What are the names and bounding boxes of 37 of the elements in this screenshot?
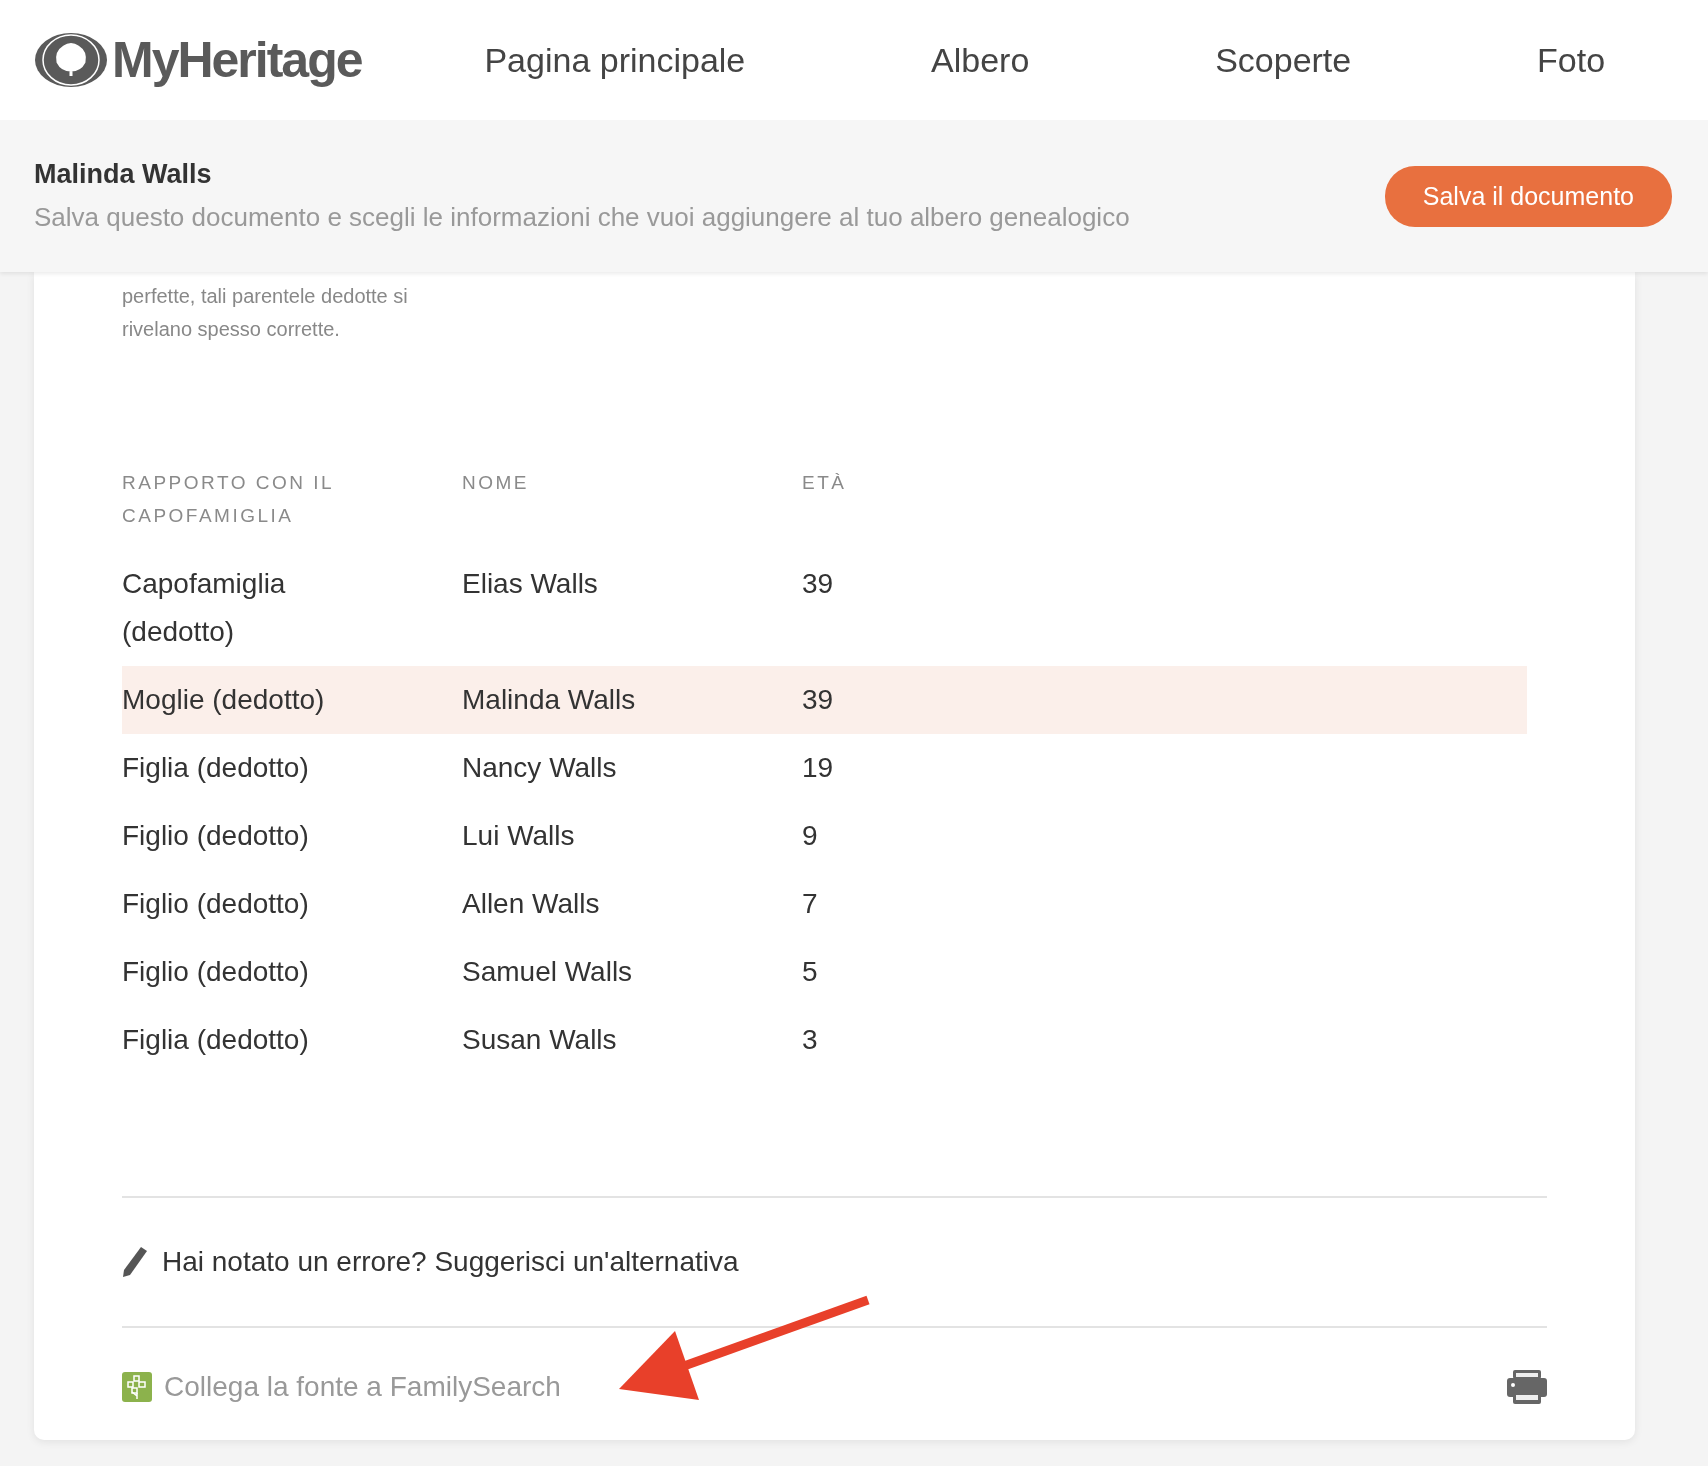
table-cell-text: Susan Walls xyxy=(462,1023,618,1057)
document-title: Malinda Walls xyxy=(34,159,213,190)
table-cell-text: Malinda Walls xyxy=(462,683,637,717)
table-cell-text: Capofamiglia (dedotto) xyxy=(122,567,287,649)
table-cell-text: Samuel Walls xyxy=(462,955,634,989)
document-subtitle: Salva questo documento e scegli le informazioni che vuoi aggiungere al tuo albero genealogico xyxy=(34,202,1131,233)
nav-link[interactable]: Scoperte xyxy=(1215,40,1352,80)
nav-link[interactable]: Foto xyxy=(1537,40,1606,80)
table-cell-text: Allen Walls xyxy=(462,887,601,921)
table-cell-text: 39 xyxy=(802,567,835,601)
table-cell-text: 39 xyxy=(802,683,835,717)
tree-icon xyxy=(122,1372,152,1402)
table-cell-text: Elias Walls xyxy=(462,567,599,601)
suggest-alternative-link[interactable]: Hai notato un errore? Suggerisci un'alternativa xyxy=(162,1246,739,1278)
table-cell-text: Figlio (dedotto) xyxy=(122,819,310,853)
table-cell-text: Figlia (dedotto) xyxy=(122,1023,310,1057)
table-cell-text: 3 xyxy=(802,1023,819,1057)
table-cell-text: Figlia (dedotto) xyxy=(122,751,310,785)
table-cell-text: Figlio (dedotto) xyxy=(122,887,310,921)
table-cell-text: Lui Walls xyxy=(462,819,576,853)
nav-link[interactable]: Pagina principale xyxy=(484,40,746,80)
column-header: NOME xyxy=(462,471,530,495)
table-cell-text: 5 xyxy=(802,955,819,989)
pencil-icon xyxy=(122,1246,148,1278)
table-cell-text: 7 xyxy=(802,887,819,921)
tree-logo-icon xyxy=(34,32,108,88)
column-header: RAPPORTO CON IL CAPOFAMIGLIA xyxy=(122,471,335,528)
printer-icon[interactable] xyxy=(1507,1370,1547,1404)
column-header: ETÀ xyxy=(802,471,848,495)
table-cell-text: 19 xyxy=(802,751,835,785)
nav-link[interactable]: Albero xyxy=(931,40,1030,80)
table-cell-text: Figlio (dedotto) xyxy=(122,955,310,989)
table-cell-text: 9 xyxy=(802,819,819,853)
logo-text[interactable]: MyHeritage xyxy=(112,31,362,89)
table-cell-text: Moglie (dedotto) xyxy=(122,683,326,717)
intro-text: perfette, tali parentele dedotte si rivelano spesso corrette. xyxy=(122,284,409,342)
table-cell-text: Nancy Walls xyxy=(462,751,618,785)
